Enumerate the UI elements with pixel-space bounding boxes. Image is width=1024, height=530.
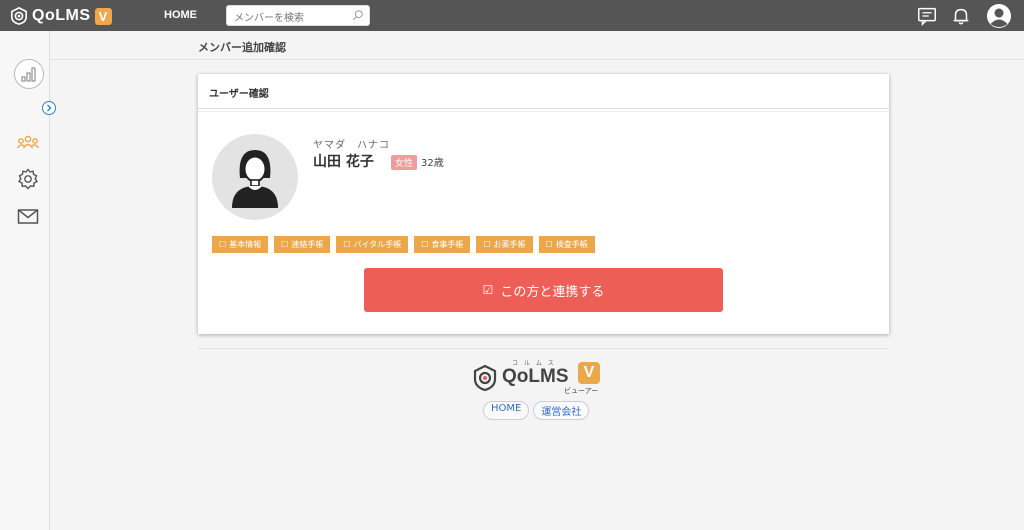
user-account-icon[interactable]	[986, 3, 1012, 29]
footer-logo-text: QoLMS	[502, 366, 569, 387]
link-user-button[interactable]: ☑ この方と連携する	[364, 268, 723, 312]
tag-contact-book: ☐ 連絡手帳	[274, 236, 331, 253]
checkbox-icon: ☐	[421, 240, 429, 249]
user-name-kana: ヤマダ ハナコ	[313, 140, 390, 151]
user-age: 32歳	[421, 158, 444, 169]
app-logo[interactable]: QoLMS V	[10, 5, 112, 27]
search-input[interactable]	[227, 9, 347, 28]
footer-link-company[interactable]: 運営会社	[533, 401, 590, 420]
card-divider	[198, 109, 889, 112]
permission-tags: ☐ 基本情報 ☐ 連絡手帳 ☐ バイタル手帳 ☐ 食事手帳 ☐ お薬手帳 ☐ 検査手帳	[212, 236, 595, 253]
checkbox-icon: ☐	[281, 240, 289, 249]
sidebar-expand-button[interactable]	[42, 101, 56, 115]
search-box	[226, 5, 370, 28]
logo-mark-icon	[473, 365, 497, 391]
logo-mark-icon	[10, 7, 28, 25]
gender-badge: 女性	[391, 155, 418, 170]
checkbox-icon: ☐	[343, 240, 351, 249]
top-header: QoLMS V HOME	[0, 0, 1024, 31]
sidebar-item-dashboard[interactable]	[14, 59, 44, 89]
sidebar-item-settings[interactable]	[16, 167, 40, 191]
footer-link-home[interactable]: HOME	[483, 401, 530, 420]
female-user-icon	[232, 150, 278, 208]
checkbox-icon: ☐	[219, 240, 227, 249]
page-title: メンバー追加確認	[198, 41, 286, 54]
nav-home-link[interactable]: HOME	[164, 9, 197, 21]
user-confirm-card: ユーザー確認 ヤマダ ハナコ 山田 花子 女性 32歳 ☐ 基本情報 ☐ 連絡手帳 …	[198, 74, 889, 334]
tag-medicine-book: ☐ お薬手帳	[476, 236, 533, 253]
tag-vital-book: ☐ バイタル手帳	[336, 236, 409, 253]
sidebar-item-mail[interactable]	[16, 205, 40, 229]
tag-test-book: ☐ 検査手帳	[538, 236, 595, 253]
gear-icon	[17, 168, 39, 190]
left-sidebar	[0, 31, 56, 530]
group-icon	[16, 135, 40, 149]
chevron-right-icon	[47, 104, 52, 112]
tag-basic-info: ☐ 基本情報	[212, 236, 269, 253]
avatar	[212, 134, 298, 220]
bell-icon[interactable]	[950, 5, 972, 27]
footer-links: HOME 運営会社	[483, 401, 590, 420]
sidebar-item-members[interactable]	[16, 131, 40, 155]
checkbox-icon: ☐	[483, 240, 491, 249]
footer-logo: コ ル ム ス QoLMS V ビューアー	[472, 358, 612, 398]
checkbox-icon: ☐	[545, 240, 553, 249]
logo-text: QoLMS	[32, 7, 91, 24]
footer-logo-sub: ビューアー	[564, 387, 599, 395]
mail-icon	[17, 209, 39, 224]
tag-meal-book: ☐ 食事手帳	[414, 236, 471, 253]
logo-badge: V	[94, 7, 112, 25]
user-full-name: 山田 花子	[313, 154, 374, 170]
chat-icon[interactable]	[916, 5, 938, 27]
footer-divider	[198, 348, 889, 349]
footer-logo-badge: V	[578, 362, 600, 384]
checkbox-checked-icon: ☑	[482, 283, 494, 297]
search-icon[interactable]	[352, 9, 364, 21]
bar-chart-icon	[21, 67, 36, 82]
card-title: ユーザー確認	[198, 74, 889, 109]
page-title-bar: メンバー追加確認	[50, 31, 1024, 60]
